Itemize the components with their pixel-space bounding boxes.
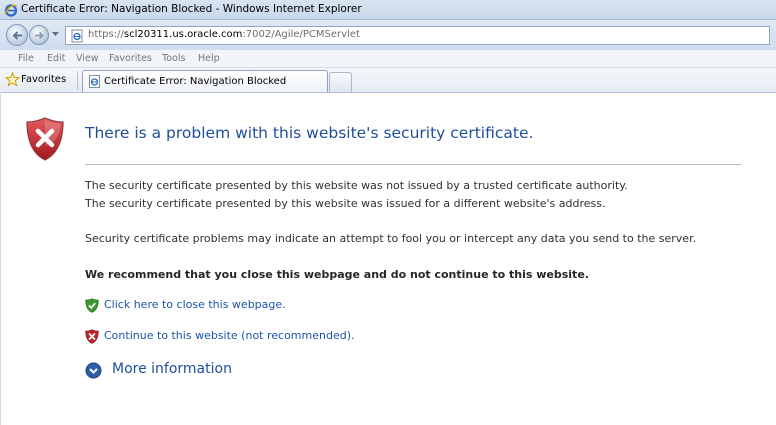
red-shield-x-icon	[85, 329, 99, 344]
star-icon	[5, 72, 20, 87]
address-mismatch-text: The security certificate presented by th…	[85, 197, 606, 210]
heading-divider	[85, 164, 741, 165]
security-warning-text: Security certificate problems may indica…	[85, 232, 697, 245]
ie-tab-icon	[89, 75, 100, 88]
address-bar[interactable]: https://scl20311.us.oracle.com:7002/Agil…	[65, 26, 770, 45]
url-path: :7002/Agile/PCMServlet	[242, 29, 360, 40]
close-webpage-label[interactable]: Click here to close this webpage.	[104, 298, 286, 311]
address-url[interactable]: https://scl20311.us.oracle.com:7002/Agil…	[88, 29, 360, 40]
forward-arrow-icon	[35, 31, 44, 40]
menu-bar: File Edit View Favorites Tools Help	[0, 50, 776, 68]
menu-tools[interactable]: Tools	[162, 53, 185, 64]
more-information-label[interactable]: More information	[112, 361, 232, 377]
menu-help[interactable]: Help	[198, 53, 220, 64]
green-shield-check-icon	[85, 298, 99, 313]
forward-button[interactable]	[29, 25, 49, 45]
back-arrow-icon	[12, 31, 22, 40]
recommendation-text: We recommend that you close this webpage…	[85, 268, 589, 281]
new-tab-button[interactable]	[329, 72, 352, 92]
recent-pages-dropdown-icon[interactable]	[52, 32, 59, 37]
menu-favorites[interactable]: Favorites	[109, 53, 152, 64]
menu-file[interactable]: File	[18, 53, 34, 64]
window-title: Certificate Error: Navigation Blocked - …	[21, 3, 362, 15]
menu-view[interactable]: View	[76, 53, 99, 64]
tab-label: Certificate Error: Navigation Blocked	[104, 76, 287, 87]
untrusted-authority-text: The security certificate presented by th…	[85, 179, 628, 192]
shield-x-icon	[26, 117, 64, 161]
url-host: scl20311.us.oracle.com	[123, 29, 243, 40]
page-title: There is a problem with this website's s…	[85, 124, 534, 142]
menu-edit[interactable]: Edit	[47, 53, 65, 64]
tab-bar: Favorites Certificate Error: Navigation …	[0, 68, 776, 93]
navigation-bar: https://scl20311.us.oracle.com:7002/Agil…	[0, 20, 776, 50]
back-button[interactable]	[6, 24, 28, 46]
page-icon	[71, 29, 83, 43]
favorites-label: Favorites	[21, 74, 67, 85]
continue-to-website-label[interactable]: Continue to this website (not recommende…	[104, 329, 355, 342]
window-title-bar: Certificate Error: Navigation Blocked - …	[0, 0, 776, 20]
url-prefix: https://	[88, 29, 124, 40]
tab-certificate-error[interactable]: Certificate Error: Navigation Blocked	[82, 70, 328, 92]
chevron-down-circle-icon	[85, 362, 102, 379]
ie-icon	[4, 4, 18, 17]
toolbar-divider	[77, 71, 78, 90]
page-content: There is a problem with this website's s…	[0, 94, 776, 425]
